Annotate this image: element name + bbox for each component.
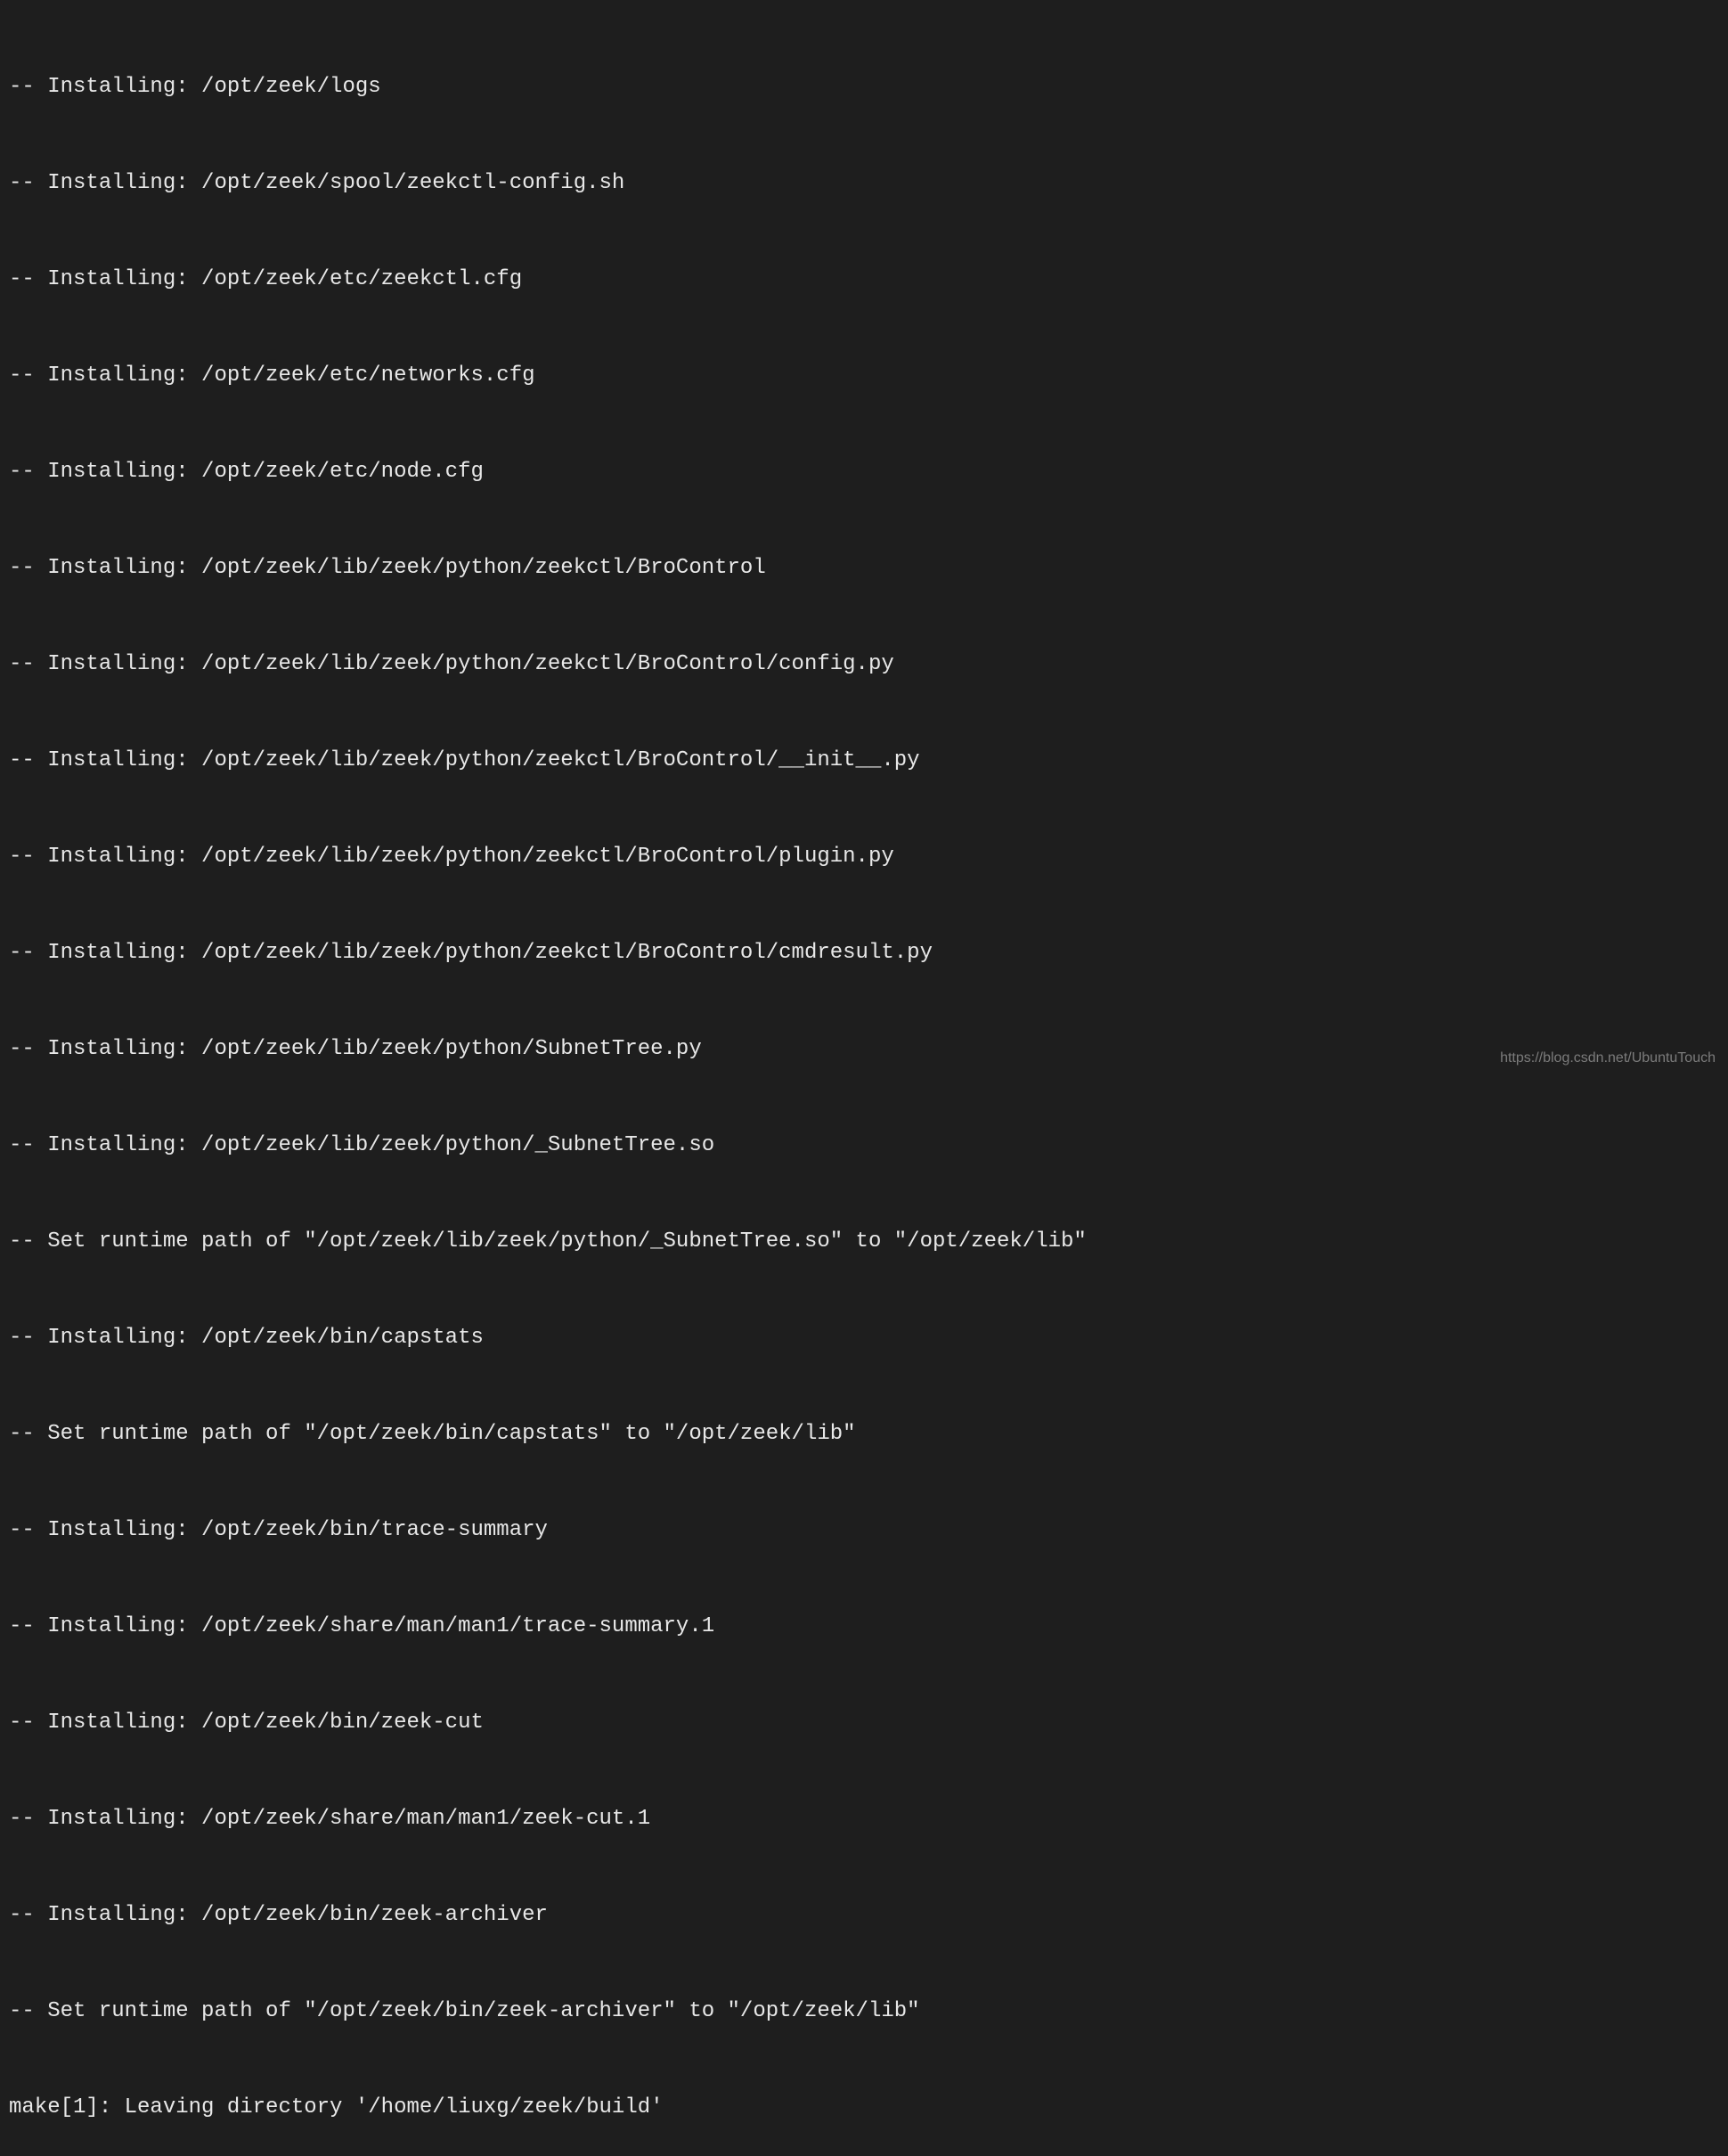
output-line: -- Installing: /opt/zeek/share/man/man1/…	[9, 1611, 1719, 1643]
output-line: -- Installing: /opt/zeek/lib/zeek/python…	[9, 745, 1719, 777]
output-line: -- Installing: /opt/zeek/etc/zeekctl.cfg	[9, 264, 1719, 296]
output-line: -- Set runtime path of "/opt/zeek/bin/ca…	[9, 1418, 1719, 1450]
output-line: -- Installing: /opt/zeek/bin/trace-summa…	[9, 1515, 1719, 1547]
output-line: -- Set runtime path of "/opt/zeek/bin/ze…	[9, 1996, 1719, 2028]
watermark-text: https://blog.csdn.net/UbuntuTouch	[1500, 1048, 1716, 1069]
output-line: -- Installing: /opt/zeek/bin/zeek-archiv…	[9, 1899, 1719, 1931]
output-line: -- Installing: /opt/zeek/bin/zeek-cut	[9, 1707, 1719, 1739]
output-line: -- Installing: /opt/zeek/lib/zeek/python…	[9, 649, 1719, 681]
output-line: -- Installing: /opt/zeek/lib/zeek/python…	[9, 937, 1719, 969]
output-line: -- Installing: /opt/zeek/lib/zeek/python…	[9, 841, 1719, 873]
output-line: -- Installing: /opt/zeek/spool/zeekctl-c…	[9, 167, 1719, 200]
output-line: make[1]: Leaving directory '/home/liuxg/…	[9, 2092, 1719, 2124]
output-line: -- Installing: /opt/zeek/share/man/man1/…	[9, 1803, 1719, 1835]
output-line: -- Installing: /opt/zeek/bin/capstats	[9, 1322, 1719, 1354]
output-line: -- Installing: /opt/zeek/etc/node.cfg	[9, 456, 1719, 488]
output-line: -- Set runtime path of "/opt/zeek/lib/ze…	[9, 1226, 1719, 1258]
output-line: -- Installing: /opt/zeek/logs	[9, 71, 1719, 103]
terminal-output[interactable]: -- Installing: /opt/zeek/logs -- Install…	[9, 7, 1719, 2156]
output-line: -- Installing: /opt/zeek/lib/zeek/python…	[9, 1033, 1719, 1066]
output-line: -- Installing: /opt/zeek/lib/zeek/python…	[9, 1130, 1719, 1162]
output-line: -- Installing: /opt/zeek/lib/zeek/python…	[9, 552, 1719, 584]
output-line: -- Installing: /opt/zeek/etc/networks.cf…	[9, 360, 1719, 392]
